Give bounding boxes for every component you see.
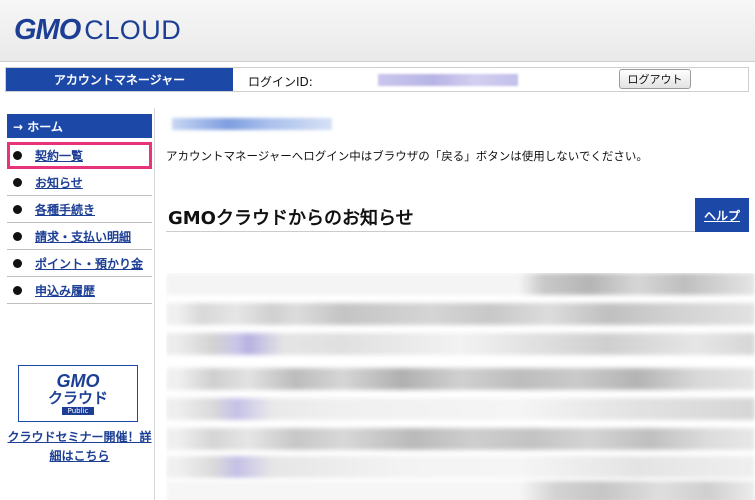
sidebar-item-billing-link[interactable]: 請求・支払い明細 — [35, 228, 131, 245]
bullet-icon — [13, 231, 22, 241]
gmo-cloud-public-banner[interactable]: GMO クラウド Public — [18, 365, 138, 422]
sidebar-item-home[interactable]: → ホーム — [7, 114, 152, 138]
login-id-label: ログインID: — [248, 75, 313, 89]
sidebar-item-points[interactable]: ポイント・預かり金 — [7, 250, 152, 277]
bullet-icon — [13, 285, 22, 295]
sidebar-item-history-link[interactable]: 申込み履歴 — [35, 282, 95, 299]
login-id-value-redacted — [378, 74, 518, 86]
seminar-link-block: クラウドセミナー開催！詳 細はこちら — [7, 428, 152, 466]
news-row-redacted — [166, 333, 755, 355]
sidebar-item-procedures-link[interactable]: 各種手続き — [35, 201, 95, 218]
logout-button[interactable]: ログアウト — [619, 69, 691, 89]
logo-cloud-text: CLOUD — [84, 15, 182, 45]
sidebar-item-news[interactable]: お知らせ — [7, 169, 152, 196]
banner-cloud-text: クラウド — [47, 389, 108, 407]
sidebar-item-contracts[interactable]: 契約一覧 — [7, 142, 152, 169]
news-row-redacted — [166, 456, 755, 478]
news-row-redacted — [166, 368, 755, 390]
sidebar: → ホーム 契約一覧 お知らせ 各種手続き 請求・支払い明細 ポイント・預かり金… — [5, 108, 155, 500]
logo-gmo-text: GMO — [14, 14, 81, 46]
sidebar-item-points-link[interactable]: ポイント・預かり金 — [35, 255, 143, 272]
bullet-icon — [13, 150, 22, 160]
sidebar-item-billing[interactable]: 請求・支払い明細 — [7, 223, 152, 250]
seminar-link-line1[interactable]: クラウドセミナー開催！詳 — [7, 430, 151, 444]
bullet-icon — [13, 258, 22, 268]
news-row-redacted — [166, 481, 755, 500]
banner-gmo-text: GMO — [56, 371, 100, 391]
news-header: GMOクラウドからのお知らせ ヘルプ — [166, 198, 749, 232]
back-button-notice: アカウントマネージャーへログイン中はブラウザの「戻る」ボタンは使用しないでくださ… — [166, 149, 648, 163]
user-name-redacted — [172, 118, 332, 130]
sidebar-item-news-link[interactable]: お知らせ — [35, 174, 83, 191]
news-row-redacted — [166, 398, 755, 420]
sidebar-item-procedures[interactable]: 各種手続き — [7, 196, 152, 223]
gmo-cloud-logo[interactable]: GMO CLOUD — [14, 14, 181, 47]
account-manager-title: アカウントマネージャー — [6, 68, 233, 91]
help-button[interactable]: ヘルプ — [695, 198, 749, 232]
bullet-icon — [13, 204, 22, 214]
banner-public-text: Public — [61, 407, 95, 415]
top-header: GMO CLOUD — [0, 0, 755, 62]
news-title: GMOクラウドからのお知らせ — [168, 208, 414, 229]
news-row-redacted — [166, 273, 755, 295]
main-content: アカウントマネージャーへログイン中はブラウザの「戻る」ボタンは使用しないでくださ… — [160, 108, 755, 500]
account-bar: アカウントマネージャー ログインID: ログアウト — [5, 67, 749, 92]
bullet-icon — [13, 177, 22, 187]
news-row-redacted — [166, 428, 755, 450]
news-list-redacted — [166, 273, 755, 500]
sidebar-nav-list: 契約一覧 お知らせ 各種手続き 請求・支払い明細 ポイント・預かり金 申込み履歴 — [7, 142, 152, 304]
sidebar-item-history[interactable]: 申込み履歴 — [7, 277, 152, 304]
seminar-link-line2[interactable]: 細はこちら — [49, 449, 109, 463]
news-row-redacted — [166, 303, 755, 325]
sidebar-item-contracts-link[interactable]: 契約一覧 — [35, 147, 83, 164]
